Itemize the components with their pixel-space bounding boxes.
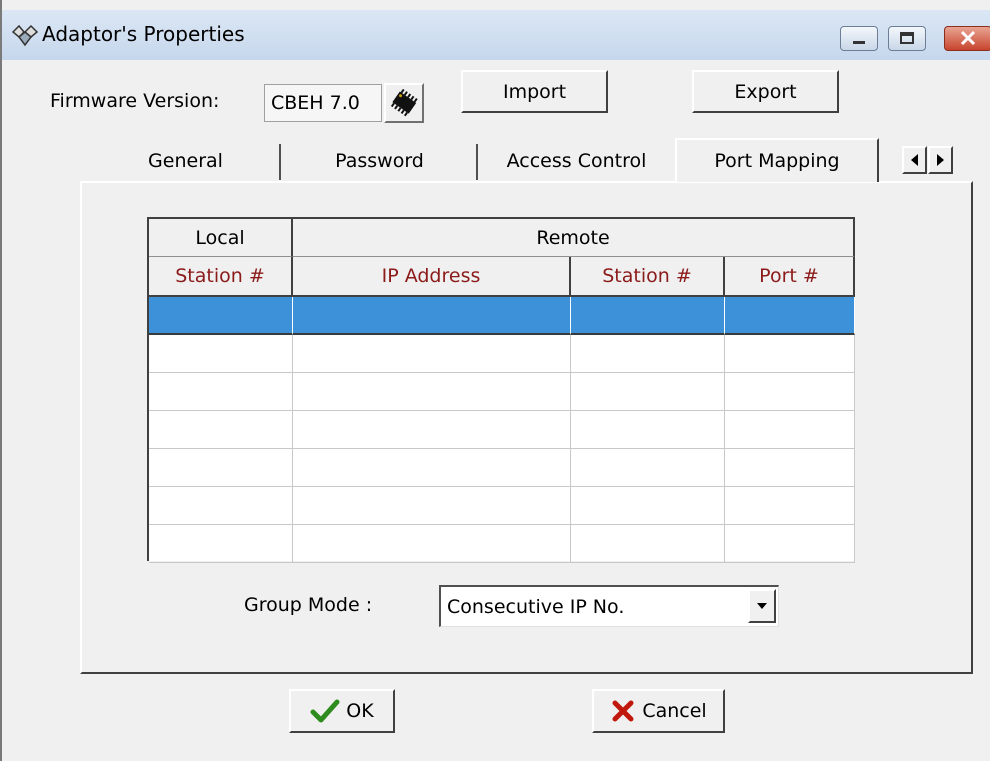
- column-header-port[interactable]: Port #: [725, 257, 855, 297]
- table-cell[interactable]: [149, 487, 293, 525]
- close-button[interactable]: [944, 26, 990, 51]
- arrow-left-icon: [911, 154, 918, 166]
- table-cell[interactable]: [149, 335, 293, 373]
- export-button[interactable]: Export: [692, 70, 839, 113]
- table-cell[interactable]: [293, 297, 571, 335]
- tab-password[interactable]: Password: [281, 140, 478, 182]
- table-cell[interactable]: [725, 335, 855, 373]
- minimize-icon: [853, 41, 865, 44]
- table-cell[interactable]: [293, 525, 571, 563]
- table-cell[interactable]: [571, 487, 725, 525]
- table-cell[interactable]: [725, 449, 855, 487]
- table-row[interactable]: [149, 373, 855, 411]
- maximize-button[interactable]: [888, 26, 926, 51]
- column-header-ip-address[interactable]: IP Address: [293, 257, 571, 297]
- tab-access-control[interactable]: Access Control: [478, 140, 675, 182]
- table-cell[interactable]: [293, 449, 571, 487]
- maximize-icon: [900, 32, 914, 44]
- table-row[interactable]: [149, 297, 855, 335]
- table-cell[interactable]: [293, 335, 571, 373]
- tab-general-label: General: [148, 150, 223, 172]
- column-header-local-station[interactable]: Station #: [149, 257, 293, 297]
- table-cell[interactable]: [725, 487, 855, 525]
- table-cell[interactable]: [293, 487, 571, 525]
- tab-password-label: Password: [335, 150, 424, 172]
- table-cell[interactable]: [149, 373, 293, 411]
- tab-port-mapping[interactable]: Port Mapping: [675, 138, 879, 182]
- table-cell[interactable]: [571, 297, 725, 335]
- table-cell[interactable]: [725, 373, 855, 411]
- arrow-right-icon: [937, 154, 944, 166]
- table-cell[interactable]: [725, 525, 855, 563]
- import-button[interactable]: Import: [461, 70, 608, 113]
- checkmark-icon: [310, 699, 340, 723]
- header-remote: Remote: [293, 219, 855, 257]
- chevron-down-icon: [757, 603, 767, 609]
- table-cell[interactable]: [725, 411, 855, 449]
- group-mode-label: Group Mode :: [244, 594, 373, 616]
- tab-general[interactable]: General: [90, 140, 281, 182]
- cancel-label: Cancel: [642, 700, 707, 722]
- tab-access-control-label: Access Control: [506, 150, 647, 172]
- title-bar[interactable]: Adaptor's Properties: [2, 10, 990, 60]
- firmware-version-value: CBEH 7.0: [271, 92, 360, 114]
- adaptor-properties-window: Adaptor's Properties Firmware Version: C…: [0, 0, 990, 761]
- close-icon: [960, 30, 976, 46]
- x-icon: [612, 700, 634, 722]
- port-mapping-grid[interactable]: Local Remote Station # IP Address Statio…: [147, 217, 855, 563]
- table-cell[interactable]: [149, 297, 293, 335]
- table-cell[interactable]: [149, 449, 293, 487]
- table-cell[interactable]: [571, 373, 725, 411]
- window-title: Adaptor's Properties: [42, 22, 245, 46]
- group-mode-value: Consecutive IP No.: [447, 595, 625, 618]
- tab-port-mapping-label: Port Mapping: [714, 150, 840, 172]
- firmware-version-field: CBEH 7.0: [264, 84, 382, 122]
- table-row[interactable]: [149, 487, 855, 525]
- dropdown-button[interactable]: [748, 589, 776, 623]
- minimize-button[interactable]: [840, 26, 878, 51]
- table-cell[interactable]: [571, 335, 725, 373]
- table-cell[interactable]: [149, 411, 293, 449]
- table-cell[interactable]: [293, 373, 571, 411]
- ok-label: OK: [346, 700, 374, 722]
- table-cell[interactable]: [571, 525, 725, 563]
- table-cell[interactable]: [149, 525, 293, 563]
- table-row[interactable]: [149, 449, 855, 487]
- firmware-version-label: Firmware Version:: [50, 90, 220, 112]
- table-cell[interactable]: [293, 411, 571, 449]
- firmware-chip-button[interactable]: [384, 83, 424, 123]
- table-row[interactable]: [149, 411, 855, 449]
- table-row[interactable]: [149, 335, 855, 373]
- table-row[interactable]: [149, 525, 855, 563]
- cancel-button[interactable]: Cancel: [592, 689, 725, 733]
- chip-icon: [390, 88, 418, 117]
- table-cell[interactable]: [571, 449, 725, 487]
- tab-scroll-right-button[interactable]: [928, 146, 953, 174]
- tab-scroll-left-button[interactable]: [902, 146, 927, 174]
- adaptor-icon: [10, 23, 40, 49]
- ok-button[interactable]: OK: [289, 689, 395, 733]
- table-cell[interactable]: [725, 297, 855, 335]
- column-header-remote-station[interactable]: Station #: [571, 257, 725, 297]
- table-cell[interactable]: [571, 411, 725, 449]
- header-local: Local: [149, 219, 293, 257]
- group-mode-select[interactable]: Consecutive IP No.: [439, 585, 779, 627]
